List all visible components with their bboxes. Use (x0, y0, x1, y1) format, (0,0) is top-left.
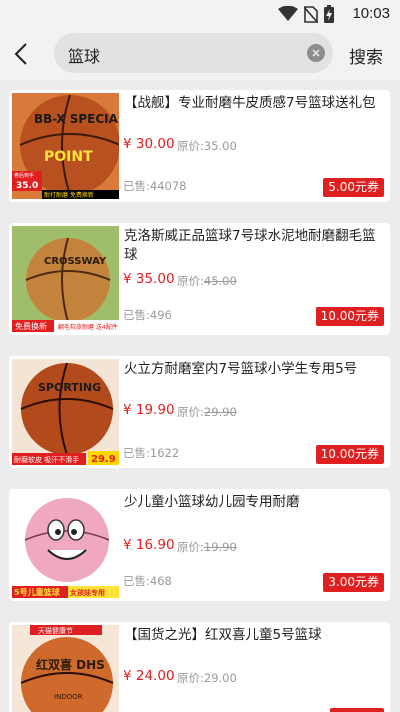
original-price: 原价:29.00 (177, 671, 237, 685)
search-query: 篮球 (68, 47, 101, 66)
product-image: CROSSWAY 免费换新 翻毛软皮耐磨 送4配件 (12, 226, 119, 332)
product-price: ¥ 16.90 (123, 537, 175, 553)
wifi-icon (278, 6, 298, 21)
svg-text:29.9: 29.9 (91, 454, 116, 465)
product-image: 5号儿童篮球 女孩娃专用 (12, 492, 119, 598)
sold-count: 已售:44078 (123, 179, 187, 193)
svg-text:耐打耐磨 免费换新: 耐打耐磨 免费换新 (44, 191, 94, 199)
sold-count: 已售:496 (123, 308, 172, 322)
original-price: 原价:35.00 (177, 139, 237, 153)
product-title: 【战舰】专业耐磨牛皮质感7号篮球送礼包 (124, 95, 376, 111)
product-price: ¥ 19.90 (123, 402, 175, 418)
status-bar: 10:03 (0, 0, 400, 28)
svg-text:BB-X SPECIAL: BB-X SPECIAL (34, 112, 119, 126)
product-title: 【国货之光】红双喜儿童5号篮球 (124, 627, 322, 643)
search-button[interactable]: 搜索 (349, 43, 383, 68)
product-image: 天猫健康节 红双喜 DHS INDOOR (12, 625, 119, 712)
product-card[interactable]: 天猫健康节 红双喜 DHS INDOOR 【国货之光】红双喜儿童5号篮球 ¥ 2… (9, 622, 390, 712)
svg-text:耐磨软皮 吸汗不滑手: 耐磨软皮 吸汗不滑手 (14, 455, 79, 464)
coupon-badge[interactable]: 10.00元券 (315, 445, 384, 464)
coupon-badge[interactable]: 3.00元券 (323, 573, 384, 592)
product-title: 火立方耐磨室内7号篮球小学生专用5号 (124, 361, 358, 377)
coupon-badge[interactable]: 5.00元券 (323, 178, 384, 197)
svg-text:女孩娃专用: 女孩娃专用 (70, 588, 105, 597)
battery-charging-icon (324, 5, 334, 23)
search-input[interactable]: 篮球 (54, 33, 333, 73)
status-time: 10:03 (352, 5, 390, 22)
status-icons (278, 5, 334, 23)
product-card[interactable]: SPORTING 耐磨软皮 吸汗不滑手 29.9 火立方耐磨室内7号篮球小学生专… (9, 356, 390, 468)
back-button[interactable] (8, 38, 34, 70)
svg-text:35.0: 35.0 (16, 181, 38, 191)
original-price: 原价:45.00 (177, 274, 237, 288)
svg-text:券后到手: 券后到手 (14, 172, 34, 179)
svg-text:SPORTING: SPORTING (38, 381, 101, 394)
coupon-badge[interactable]: 10.00元券 (315, 307, 384, 326)
sold-count: 已售:468 (123, 574, 172, 588)
product-title: 少儿童小篮球幼儿园专用耐磨 (124, 494, 300, 510)
product-card[interactable]: BB-X SPECIAL POINT 券后到手 35.0 耐打耐磨 免费换新 【… (9, 90, 390, 202)
coupon-badge[interactable] (330, 708, 384, 712)
product-price: ¥ 30.00 (123, 136, 175, 152)
svg-text:INDOOR: INDOOR (54, 693, 83, 701)
product-image: SPORTING 耐磨软皮 吸汗不滑手 29.9 (12, 359, 119, 465)
chevron-left-icon (14, 43, 27, 65)
original-price: 原价:29.90 (177, 405, 237, 419)
product-image: BB-X SPECIAL POINT 券后到手 35.0 耐打耐磨 免费换新 (12, 93, 119, 199)
product-card[interactable]: CROSSWAY 免费换新 翻毛软皮耐磨 送4配件 克洛斯威正品篮球7号球水泥地… (9, 223, 390, 335)
original-price: 原价:19.90 (177, 540, 237, 554)
svg-text:天猫健康节: 天猫健康节 (38, 626, 73, 635)
product-price: ¥ 35.00 (123, 271, 175, 287)
product-card[interactable]: 5号儿童篮球 女孩娃专用 少儿童小篮球幼儿园专用耐磨 ¥ 16.90 原价:19… (9, 489, 390, 601)
product-title: 克洛斯威正品篮球7号球水泥地耐磨翻毛篮球 (124, 228, 376, 263)
clear-search-button[interactable] (307, 44, 325, 62)
product-price: ¥ 24.00 (123, 668, 175, 684)
svg-text:翻毛软皮耐磨 送4配件: 翻毛软皮耐磨 送4配件 (58, 323, 118, 331)
svg-text:5号儿童篮球: 5号儿童篮球 (14, 587, 61, 597)
no-sim-icon (304, 5, 318, 23)
search-header: 篮球 搜索 (0, 28, 400, 80)
svg-text:POINT: POINT (44, 149, 93, 165)
svg-text:红双喜 DHS: 红双喜 DHS (36, 657, 105, 672)
svg-text:免费换新: 免费换新 (15, 321, 47, 331)
svg-text:CROSSWAY: CROSSWAY (44, 256, 107, 267)
sold-count: 已售:1622 (123, 446, 180, 460)
close-icon (312, 49, 320, 57)
